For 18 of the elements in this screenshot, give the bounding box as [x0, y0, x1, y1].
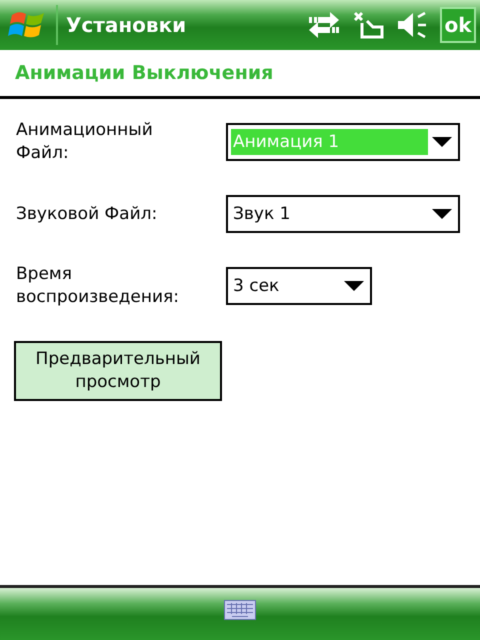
antenna-off-icon[interactable]	[352, 11, 384, 39]
caret-icon	[344, 281, 364, 291]
arrows-icon[interactable]	[308, 11, 340, 39]
keyboard-icon[interactable]	[224, 600, 256, 620]
window-title: Установки	[66, 13, 188, 37]
speaker-muted-icon[interactable]	[396, 11, 428, 39]
dropdown[interactable]: Звук 1	[226, 195, 460, 233]
dropdown-value: Звук 1	[232, 203, 292, 226]
caret-icon	[432, 209, 452, 219]
preview-button[interactable]: Предварительный просмотр	[14, 341, 222, 401]
field-label: Звуковой Файл:	[16, 202, 158, 226]
dropdown-value: 3 сек	[232, 275, 280, 298]
dropdown-value: Анимация 1	[231, 129, 428, 155]
caret-icon	[432, 137, 452, 147]
page-heading: Анимации Выключения	[15, 62, 274, 84]
dropdown[interactable]: 3 сек	[226, 267, 372, 305]
field-label: Время воспроизведения:	[16, 263, 180, 309]
field-label: Анимационный Файл:	[16, 119, 154, 165]
